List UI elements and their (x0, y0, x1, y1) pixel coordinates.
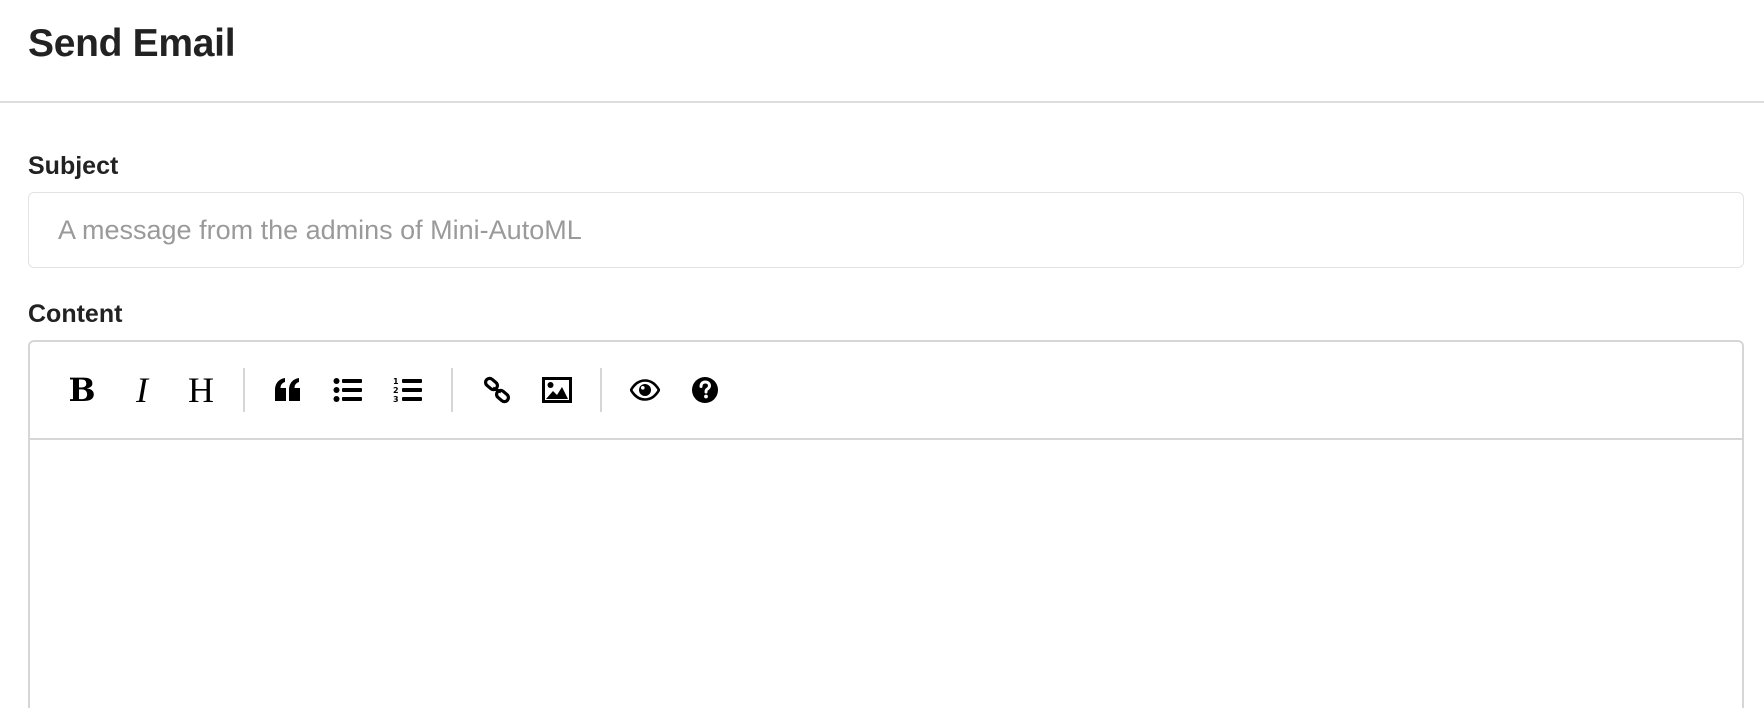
heading-icon: H (188, 370, 214, 410)
editor-toolbar: B I H 1 2 3 (30, 342, 1742, 440)
toolbar-separator (451, 368, 453, 412)
help-button[interactable] (684, 369, 726, 411)
svg-text:3: 3 (393, 395, 399, 404)
italic-icon: I (136, 370, 148, 410)
help-question-icon (692, 377, 718, 403)
bold-button[interactable]: B (61, 369, 103, 411)
content-label: Content (28, 300, 123, 328)
toolbar-separator (243, 368, 245, 412)
link-icon (483, 376, 511, 404)
image-icon (542, 377, 572, 403)
preview-eye-icon (630, 379, 660, 401)
ordered-list-button[interactable]: 1 2 3 (387, 369, 429, 411)
send-email-page: Send Email Subject Content B I H (0, 0, 1764, 708)
quote-button[interactable] (267, 369, 309, 411)
svg-text:2: 2 (393, 386, 399, 395)
page-title: Send Email (28, 22, 236, 65)
content-editor-area[interactable] (30, 440, 1742, 708)
svg-text:1: 1 (393, 377, 399, 386)
toolbar-separator (600, 368, 602, 412)
quote-icon (275, 378, 300, 401)
link-button[interactable] (476, 369, 518, 411)
preview-button[interactable] (624, 369, 666, 411)
heading-button[interactable]: H (180, 369, 222, 411)
page-header: Send Email (0, 0, 1764, 103)
unordered-list-button[interactable] (327, 369, 369, 411)
subject-input[interactable] (28, 192, 1744, 268)
unordered-list-icon (333, 378, 362, 402)
subject-label: Subject (28, 152, 119, 180)
image-button[interactable] (536, 369, 578, 411)
italic-button[interactable]: I (121, 369, 163, 411)
bold-icon: B (68, 371, 96, 409)
ordered-list-icon: 1 2 3 (393, 377, 422, 404)
markdown-editor: B I H 1 2 3 (28, 340, 1744, 708)
